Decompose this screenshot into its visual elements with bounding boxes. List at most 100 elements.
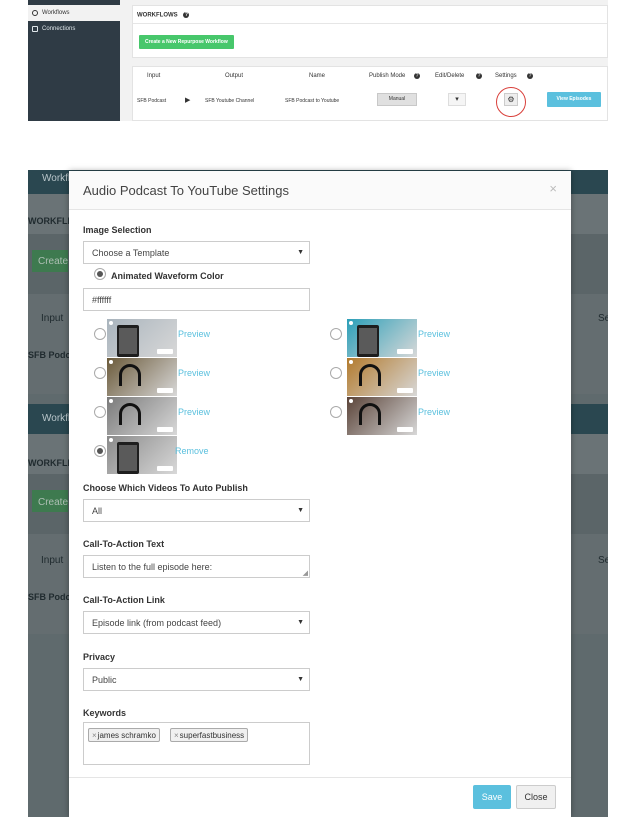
remove-link[interactable]: Remove — [175, 446, 209, 456]
column-header-name: Name — [309, 73, 326, 79]
settings-button[interactable]: ⚙ — [504, 93, 518, 106]
backdrop-label: Workfl — [42, 413, 71, 424]
thumbnail-radio[interactable] — [94, 406, 106, 418]
corner-dot — [109, 399, 113, 403]
thumbnail-radio[interactable] — [330, 406, 342, 418]
remove-tag-icon[interactable]: × — [174, 731, 179, 740]
preview-link[interactable]: Preview — [418, 407, 450, 417]
preview-link[interactable]: Preview — [418, 368, 450, 378]
row-name: SFB Podcast to Youtube — [285, 98, 340, 104]
corner-dot — [109, 438, 113, 442]
thumbnail-image — [347, 319, 417, 357]
help-icon[interactable]: ? — [183, 12, 190, 18]
cta-link-select[interactable]: Episode link (from podcast feed) ▼ — [83, 611, 310, 634]
modal-title: Audio Podcast To YouTube Settings — [83, 183, 289, 198]
backdrop-label: WORKFLI — [28, 216, 70, 226]
help-icon[interactable]: ? — [527, 73, 533, 79]
corner-dot — [349, 360, 353, 364]
thumbnail-image — [107, 358, 177, 396]
privacy-value: Public — [92, 675, 117, 685]
corner-dot — [109, 321, 113, 325]
logo-badge — [157, 388, 173, 393]
gear-icon: ⚙ — [507, 95, 515, 104]
sidebar-item-connections[interactable]: Connections — [28, 21, 120, 37]
connection-icon — [32, 26, 38, 32]
play-icon: ▶ — [185, 97, 191, 104]
thumbnail-radio[interactable] — [330, 328, 342, 340]
chevron-down-icon: ▼ — [297, 619, 304, 626]
preview-link[interactable]: Preview — [418, 329, 450, 339]
panel-header: WORKFLOWS ? — [133, 6, 607, 24]
chevron-down-icon: ▼ — [297, 507, 304, 514]
cta-link-label: Call-To-Action Link — [83, 595, 165, 605]
backdrop-label: WORKFLI — [28, 458, 70, 468]
preview-link[interactable]: Preview — [178, 407, 210, 417]
backdrop-label: Workfl — [42, 173, 71, 184]
column-header-publish-mode: Publish Mode — [369, 73, 406, 79]
preview-link[interactable]: Preview — [178, 329, 210, 339]
cta-text-value: Listen to the full episode here: — [92, 562, 213, 572]
keywords-label: Keywords — [83, 708, 127, 718]
save-button[interactable]: Save — [473, 785, 511, 809]
auto-publish-value: All — [92, 506, 103, 516]
corner-dot — [349, 399, 353, 403]
waveform-radio[interactable] — [94, 268, 106, 280]
publish-mode-button[interactable]: Manual — [377, 93, 417, 106]
modal-header: Audio Podcast To YouTube Settings × — [69, 171, 571, 210]
backdrop-label: Se — [598, 313, 608, 324]
keyword-tag-label: james schramko — [97, 731, 156, 740]
thumbnail-image — [107, 436, 177, 474]
auto-publish-label: Choose Which Videos To Auto Publish — [83, 483, 248, 493]
panel-title: WORKFLOWS — [137, 12, 178, 19]
auto-publish-select[interactable]: All ▼ — [83, 499, 310, 522]
view-episodes-button[interactable]: View Episodes — [547, 92, 601, 107]
preview-link[interactable]: Preview — [178, 368, 210, 378]
backdrop-label: Create — [38, 497, 69, 508]
column-header-edit-delete: Edit/Delete — [435, 73, 465, 79]
thumbnail-image — [107, 397, 177, 435]
help-icon[interactable]: ? — [414, 73, 420, 79]
phone-icon — [117, 325, 139, 357]
template-select[interactable]: Choose a Template ▼ — [83, 241, 310, 264]
thumbnail-radio[interactable] — [94, 445, 106, 457]
settings-modal: Audio Podcast To YouTube Settings × Imag… — [69, 171, 571, 817]
thumbnail-radio[interactable] — [94, 367, 106, 379]
close-button[interactable]: Close — [516, 785, 556, 809]
keywords-input[interactable]: ×james schramko ×superfastbusiness — [83, 722, 310, 765]
sidebar-item-label: Workflows — [42, 10, 70, 16]
create-workflow-button[interactable]: Create a New Repurpose Workflow — [139, 35, 234, 49]
backdrop-label: Se — [598, 555, 608, 566]
image-selection-label: Image Selection — [83, 225, 152, 235]
logo-badge — [157, 466, 173, 471]
chevron-down-icon: ▾ — [455, 96, 459, 103]
sidebar-item-workflows[interactable]: Workflows — [28, 5, 120, 21]
column-header-input: Input — [147, 73, 161, 79]
privacy-label: Privacy — [83, 652, 116, 662]
gear-icon — [32, 10, 38, 16]
keyword-tag-label: superfastbusiness — [179, 731, 245, 740]
privacy-select[interactable]: Public ▼ — [83, 668, 310, 691]
corner-dot — [349, 321, 353, 325]
edit-delete-dropdown[interactable]: ▾ — [448, 93, 466, 106]
cta-link-value: Episode link (from podcast feed) — [92, 618, 222, 628]
keyword-tag[interactable]: ×james schramko — [88, 728, 160, 742]
help-icon[interactable]: ? — [476, 73, 482, 79]
cta-text-label: Call-To-Action Text — [83, 539, 165, 549]
workflows-screenshot: Workflows Connections WORKFLOWS ? Create… — [28, 0, 608, 121]
remove-tag-icon[interactable]: × — [92, 731, 97, 740]
waveform-color-label: Animated Waveform Color — [111, 271, 224, 281]
keyword-tag[interactable]: ×superfastbusiness — [170, 728, 249, 742]
waveform-color-value: #ffffff — [92, 295, 112, 305]
chevron-down-icon: ▼ — [297, 249, 304, 256]
backdrop-label: Create — [38, 256, 69, 267]
cta-text-input[interactable]: Listen to the full episode here: ◢ — [83, 555, 310, 578]
waveform-color-input[interactable]: #ffffff — [83, 288, 310, 311]
resize-handle-icon[interactable]: ◢ — [303, 569, 308, 577]
close-icon[interactable]: × — [549, 181, 557, 196]
template-select-value: Choose a Template — [92, 248, 170, 258]
column-header-output: Output — [225, 73, 244, 79]
sidebar-item-label: Connections — [42, 26, 76, 32]
thumbnail-radio[interactable] — [330, 367, 342, 379]
sidebar: Workflows Connections — [28, 0, 120, 121]
thumbnail-radio[interactable] — [94, 328, 106, 340]
